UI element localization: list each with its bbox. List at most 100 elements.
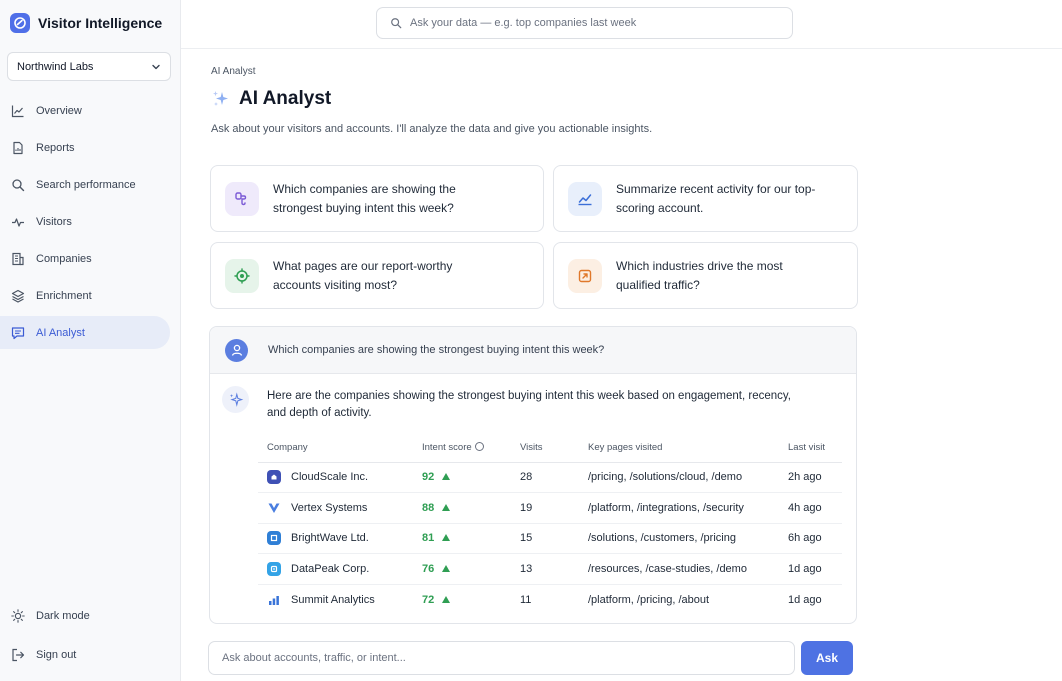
table-row[interactable]: BrightWave Ltd. 81 15 /solutions, /custo… <box>258 523 842 554</box>
user-message: Which companies are showing the stronges… <box>210 327 856 374</box>
last-visit: 1d ago <box>779 553 842 585</box>
sign-out-button[interactable]: Sign out <box>0 638 170 671</box>
sidebar-footer: Dark mode <box>0 599 181 632</box>
trend-up-icon <box>442 595 451 603</box>
sidebar-item-companies[interactable]: Companies <box>0 242 170 275</box>
suggestion-card[interactable]: What pages are our report-worthy account… <box>210 242 544 309</box>
industry-icon <box>568 258 602 293</box>
building-icon <box>12 252 24 265</box>
sidebar: Visitor Intelligence Northwind Labs Over… <box>0 0 181 681</box>
info-icon[interactable] <box>474 441 484 451</box>
last-visit: 1d ago <box>788 593 822 606</box>
company-logo-icon <box>267 561 281 576</box>
sparkle-icon <box>213 91 228 106</box>
intent-score: 81 <box>422 532 435 545</box>
column-header-key-pages[interactable]: Key pages visited <box>579 433 779 463</box>
company-name[interactable]: CloudScale Inc. <box>291 471 368 483</box>
app-title: Visitor Intelligence <box>38 15 163 31</box>
workspace-selector[interactable]: Northwind Labs <box>7 52 171 81</box>
table-row[interactable]: DataPeak Corp. 76 13 /resources, /case-s… <box>258 553 842 585</box>
sun-icon <box>11 608 25 623</box>
page-title: AI Analyst <box>239 88 332 109</box>
last-visit: 4h ago <box>779 492 842 524</box>
search-placeholder: Ask your data — e.g. top companies last … <box>410 17 637 29</box>
assistant-answer: Here are the companies showing the stron… <box>267 390 791 419</box>
trend-chart-icon <box>568 181 602 216</box>
intent-score-label: Intent score <box>422 441 472 453</box>
sidebar-item-label: AI Analyst <box>36 326 85 339</box>
company-name[interactable]: BrightWave Ltd. <box>291 532 369 544</box>
sidebar-item-search-performance[interactable]: Search performance <box>0 168 170 201</box>
sidebar-footer-signout: Sign out <box>0 638 181 671</box>
column-header-company[interactable]: Company <box>258 433 413 463</box>
key-pages: /platform, /integrations, /security <box>579 492 779 524</box>
sidebar-item-overview[interactable]: Overview <box>0 94 170 127</box>
table-row[interactable]: Vertex Systems 88 19 /platform, /integra… <box>258 492 842 524</box>
visits-count: 13 <box>511 553 579 585</box>
user-avatar-icon <box>225 338 248 362</box>
suggestion-card[interactable]: Which industries drive the most qualifie… <box>553 242 858 309</box>
document-icon <box>13 141 23 154</box>
key-pages: /pricing, /solutions/cloud, /demo <box>579 462 779 493</box>
sidebar-item-label: Companies <box>36 252 92 265</box>
trend-up-icon <box>442 503 451 511</box>
search-icon <box>12 178 25 191</box>
visits-count: 11 <box>520 593 532 606</box>
sidebar-item-label: Enrichment <box>36 289 92 302</box>
sidebar-item-label: Overview <box>36 104 82 117</box>
trend-up-icon <box>442 564 451 572</box>
chat-input[interactable]: Ask about accounts, traffic, or intent..… <box>208 641 795 675</box>
intent-score: 76 <box>422 562 435 575</box>
key-pages: /platform, /pricing, /about <box>588 593 710 606</box>
company-name[interactable]: Summit Analytics <box>291 594 375 606</box>
visits-count: 19 <box>511 492 579 524</box>
sign-out-icon <box>12 648 25 661</box>
top-bar: Ask your data — e.g. top companies last … <box>181 0 1062 49</box>
main-content: AI Analyst AI Analyst Ask about your vis… <box>181 49 1062 681</box>
sign-out-label: Sign out <box>36 648 77 661</box>
page-header: AI Analyst <box>211 88 331 110</box>
trend-up-icon <box>442 473 451 481</box>
table-header-row: Company Intent score Visits Key pages vi… <box>258 433 842 463</box>
company-logo-icon <box>267 531 281 546</box>
intent-score: 88 <box>422 501 435 514</box>
brand-logo-icon <box>10 13 30 33</box>
dark-mode-label: Dark mode <box>36 609 90 622</box>
company-name[interactable]: DataPeak Corp. <box>291 563 369 575</box>
chat-input-placeholder: Ask about accounts, traffic, or intent..… <box>222 652 406 664</box>
brand[interactable]: Visitor Intelligence <box>10 13 162 33</box>
search-icon <box>391 18 402 29</box>
sidebar-item-label: Reports <box>36 141 75 154</box>
suggestion-card[interactable]: Which companies are showing the stronges… <box>210 165 544 232</box>
column-header-last-visit[interactable]: Last visit <box>779 433 842 463</box>
intent-score: 72 <box>422 593 435 606</box>
sidebar-item-visitors[interactable]: Visitors <box>0 205 170 238</box>
company-logo-icon <box>267 470 281 485</box>
sidebar-item-ai-analyst[interactable]: AI Analyst <box>0 316 170 349</box>
workspace-name: Northwind Labs <box>17 60 94 73</box>
sidebar-item-label: Search performance <box>36 178 136 191</box>
key-pages: /resources, /case-studies, /demo <box>579 553 779 585</box>
layers-icon <box>11 289 25 303</box>
sidebar-item-reports[interactable]: Reports <box>0 131 170 164</box>
table-row[interactable]: Summit Analytics 72 11 /platform, /prici… <box>258 584 842 615</box>
breadcrumb: AI Analyst <box>211 66 256 77</box>
suggestion-text: Summarize recent activity for our top-sc… <box>616 181 816 215</box>
activity-icon <box>12 217 24 227</box>
suggestion-text: What pages are our report-worthy account… <box>273 258 453 292</box>
ask-button[interactable]: Ask <box>801 641 853 675</box>
column-header-intent-score[interactable]: Intent score <box>413 433 511 463</box>
trend-up-icon <box>442 534 451 542</box>
global-search-input[interactable]: Ask your data — e.g. top companies last … <box>376 7 793 39</box>
last-visit: 2h ago <box>779 462 842 493</box>
sidebar-item-enrichment[interactable]: Enrichment <box>0 279 170 312</box>
visits-count: 28 <box>511 462 579 493</box>
last-visit: 6h ago <box>779 523 842 554</box>
dark-mode-toggle[interactable]: Dark mode <box>0 599 170 632</box>
table-row[interactable]: CloudScale Inc. 92 28 /pricing, /solutio… <box>258 462 842 493</box>
suggestion-card[interactable]: Summarize recent activity for our top-sc… <box>553 165 858 232</box>
company-name[interactable]: Vertex Systems <box>291 502 367 514</box>
sidebar-nav: Overview Reports Search performance Visi… <box>0 94 181 353</box>
company-logo-icon <box>267 501 281 515</box>
column-header-visits[interactable]: Visits <box>511 433 579 463</box>
